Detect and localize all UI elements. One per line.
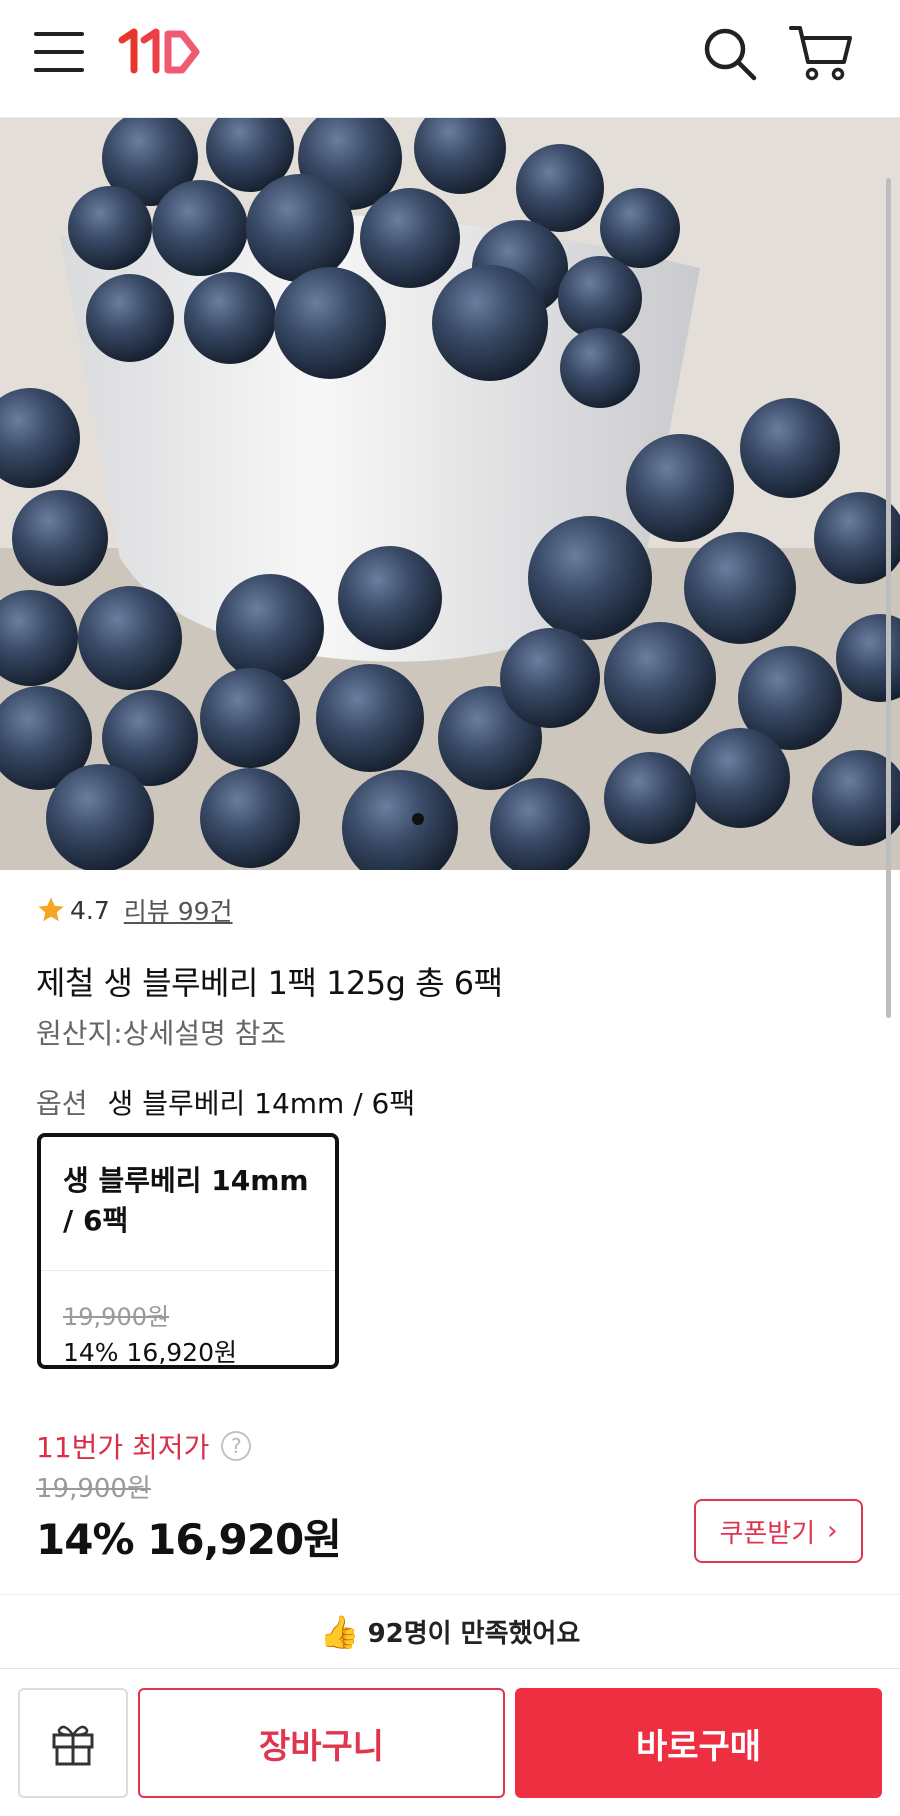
- option-sale-price: 14% 16,920원: [63, 1338, 237, 1367]
- help-icon[interactable]: ?: [221, 1431, 252, 1461]
- thumbs-up-icon: 👍: [319, 1612, 360, 1651]
- review-count-link[interactable]: 리뷰 99건: [124, 892, 233, 928]
- search-icon[interactable]: [700, 24, 760, 84]
- rating-row: 4.7 리뷰 99건: [36, 892, 233, 928]
- sale-price: 14% 16,920원: [36, 1515, 342, 1564]
- blueberry-photo: [0, 118, 900, 870]
- add-to-cart-button[interactable]: 장바구니: [138, 1688, 505, 1798]
- option-original-price: 19,900원: [63, 1303, 170, 1331]
- menu-icon[interactable]: [34, 30, 86, 74]
- chevron-right-icon: ›: [827, 1516, 838, 1546]
- product-image[interactable]: [0, 118, 900, 870]
- satisfaction-banner[interactable]: 👍 92명이 만족했어요: [0, 1594, 900, 1668]
- divider: [41, 1270, 335, 1271]
- star-icon: [38, 897, 64, 922]
- lowest-price-text: 11번가 최저가: [36, 1431, 210, 1464]
- gift-icon: [52, 1725, 94, 1766]
- buy-now-button[interactable]: 바로구매: [515, 1688, 882, 1798]
- rating-value: 4.7: [70, 895, 110, 925]
- coupon-button-label: 쿠폰받기: [719, 1518, 816, 1549]
- satisfaction-text: 92명이 만족했어요: [367, 1619, 581, 1649]
- scrollbar[interactable]: [886, 178, 891, 1018]
- option-card-selected[interactable]: 생 블루베리 14mm / 6팩 19,900원 14% 16,920원: [37, 1133, 339, 1369]
- coupon-button[interactable]: 쿠폰받기 ›: [694, 1499, 863, 1563]
- eleven-street-logo[interactable]: [118, 24, 204, 80]
- original-price: 19,900원: [36, 1474, 151, 1504]
- bottom-action-bar: 장바구니 바로구매: [0, 1668, 900, 1816]
- cart-icon[interactable]: [788, 22, 854, 84]
- carousel-indicator: [412, 813, 424, 825]
- product-title: 제철 생 블루베리 1팩 125g 총 6팩: [36, 964, 503, 1002]
- origin-text: 원산지:상세설명 참조: [36, 1017, 287, 1050]
- option-value: 생 블루베리 14mm / 6팩: [107, 1087, 416, 1120]
- top-header: [0, 0, 900, 118]
- option-card-name: 생 블루베리 14mm / 6팩: [63, 1164, 309, 1237]
- lowest-price-label: 11번가 최저가 ?: [36, 1426, 252, 1466]
- option-label: 옵션: [36, 1087, 88, 1120]
- option-summary: 옵션 생 블루베리 14mm / 6팩: [36, 1082, 415, 1122]
- gift-button[interactable]: [18, 1688, 128, 1798]
